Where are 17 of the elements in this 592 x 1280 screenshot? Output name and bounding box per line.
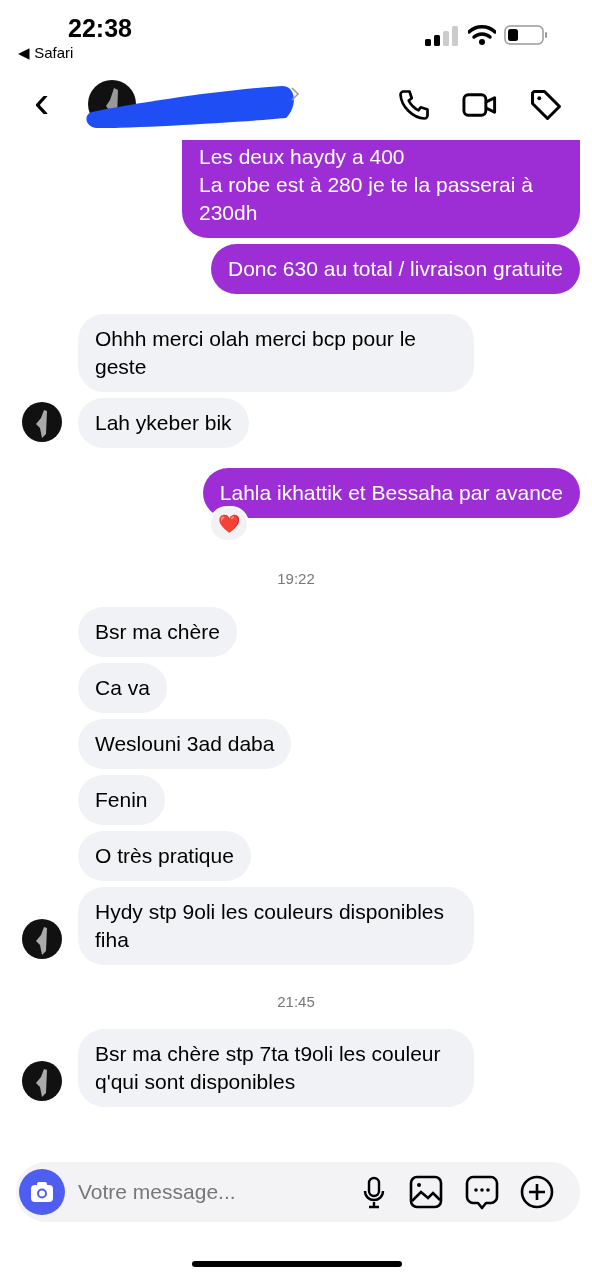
message-bubble: Donc 630 au total / livraison gratuite <box>210 244 580 294</box>
message-bubble: Bsr ma chère <box>78 606 237 657</box>
message-bubble: Ohhh merci olah merci bcp pour le geste <box>78 314 474 392</box>
message-bubble: Les deux haydy a 400 La robe est à 280 je te la passerai à 230dh <box>182 140 580 238</box>
message-bubble: O très pratique <box>78 830 251 881</box>
clock-time: 22:38 <box>68 13 132 44</box>
message-input[interactable]: Votre message... <box>78 1176 338 1208</box>
message-bubble: Hydy stp 9oli les couleurs disponibles fiha <box>78 886 474 965</box>
message-bubble: Bsr ma chère stp 7ta t9oli les couleur q'qui sont disponibles <box>78 1029 474 1107</box>
message-bubble: Weslouni 3ad daba <box>78 718 292 769</box>
message-bubble: Ca va <box>78 662 167 713</box>
back-to-app-link[interactable]: ◀ Safari <box>18 42 74 65</box>
back-button[interactable]: ‹ <box>34 76 50 126</box>
timestamp: 19:22 <box>277 569 315 589</box>
message-bubble: Lah ykeber bik <box>78 398 249 448</box>
timestamp: 21:45 <box>277 991 315 1012</box>
message-bubble: Fenin <box>78 774 165 825</box>
